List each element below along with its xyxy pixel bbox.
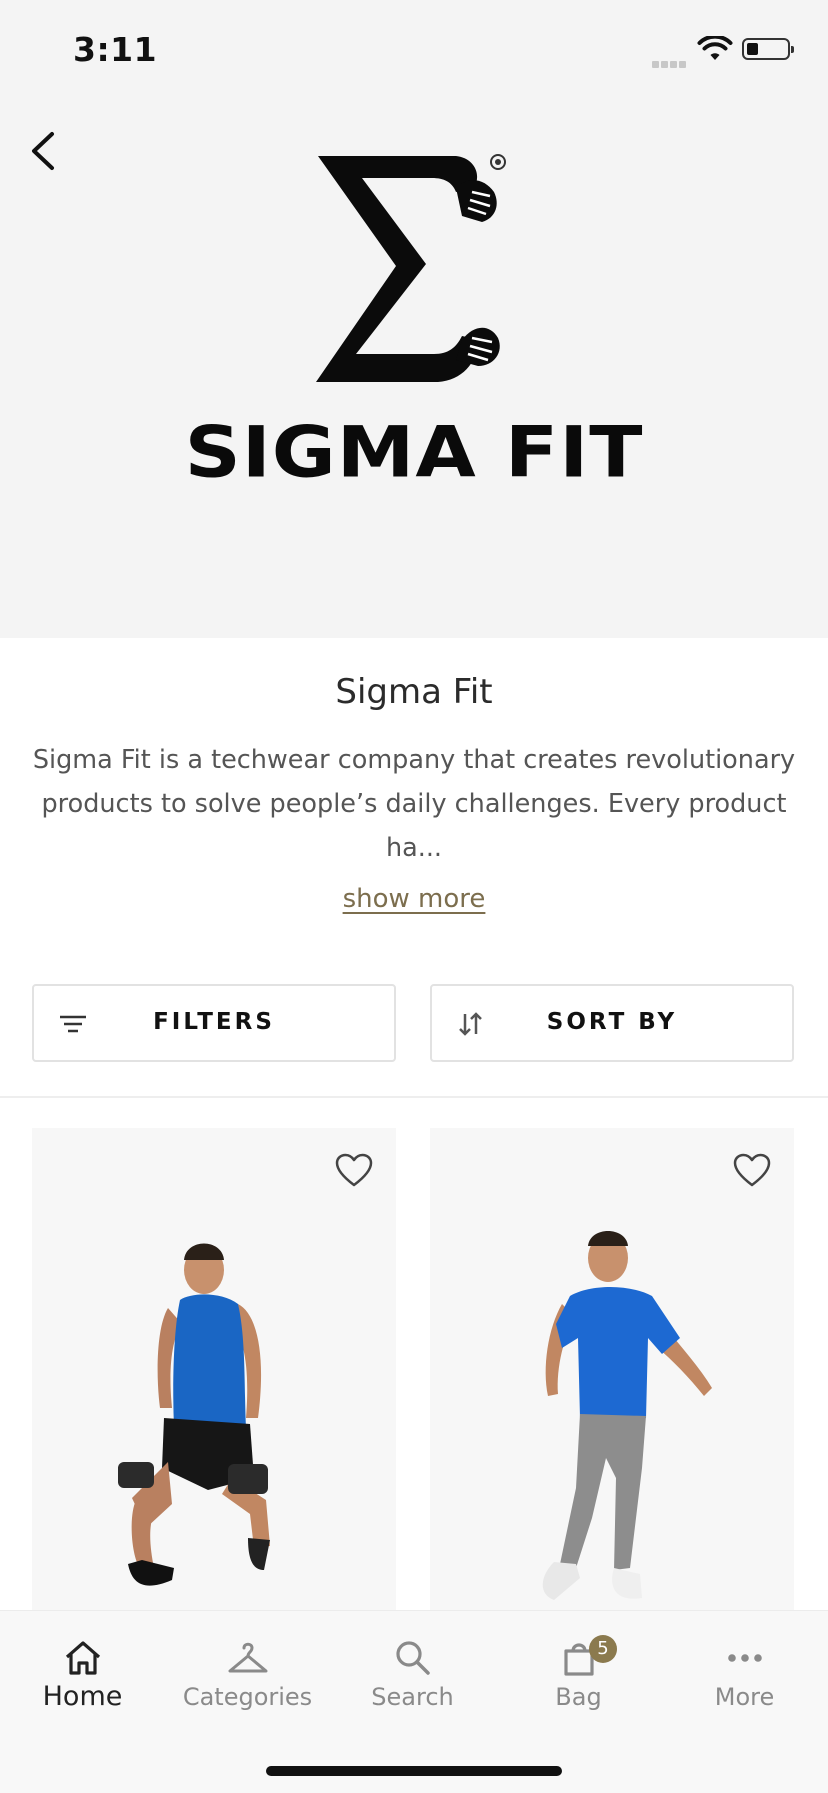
home-indicator: [266, 1766, 562, 1776]
tab-search[interactable]: Search: [330, 1627, 495, 1727]
back-chevron-icon[interactable]: [26, 128, 60, 174]
heart-outline-icon[interactable]: [732, 1152, 772, 1188]
product-image: [542, 1231, 712, 1600]
product-card[interactable]: [32, 1128, 396, 1612]
bag-count-badge: 5: [589, 1635, 617, 1663]
hanger-icon: [228, 1642, 267, 1673]
tab-more-label: More: [714, 1683, 775, 1711]
search-icon: [395, 1641, 430, 1675]
brand-logo-wordmark: SIGMA FIT: [184, 412, 644, 494]
tab-more[interactable]: More: [662, 1627, 827, 1727]
cellular-signal-icon: [652, 53, 688, 72]
filters-label: FILTERS: [153, 1009, 275, 1035]
section-divider: [0, 1096, 828, 1098]
tab-home[interactable]: Home: [0, 1627, 165, 1727]
sort-by-label: SORT BY: [546, 1009, 678, 1035]
tab-bag-label: Bag: [555, 1683, 602, 1711]
tab-categories[interactable]: Categories: [165, 1627, 330, 1727]
brand-description: Sigma Fit is a techwear company that cre…: [32, 745, 796, 863]
home-icon: [65, 1641, 100, 1675]
heart-outline-icon[interactable]: [334, 1152, 374, 1188]
wifi-icon: [697, 36, 733, 60]
tab-home-label: Home: [42, 1681, 123, 1712]
filters-button[interactable]: FILTERS: [32, 984, 396, 1062]
battery-icon: [742, 38, 794, 60]
tab-search-label: Search: [371, 1683, 454, 1711]
product-image: [118, 1243, 270, 1586]
status-bar: 3:11: [0, 0, 828, 100]
sigma-logo-icon: [316, 154, 506, 382]
tab-bag[interactable]: 5 Bag: [496, 1627, 661, 1727]
more-icon: [727, 1654, 762, 1662]
product-card[interactable]: [430, 1128, 794, 1612]
sort-by-button[interactable]: SORT BY: [430, 984, 794, 1062]
brand-title: Sigma Fit: [335, 672, 493, 712]
show-more-link[interactable]: show more: [0, 884, 828, 914]
battery-level: [747, 43, 758, 55]
tab-categories-label: Categories: [182, 1683, 313, 1711]
status-time: 3:11: [73, 30, 158, 69]
